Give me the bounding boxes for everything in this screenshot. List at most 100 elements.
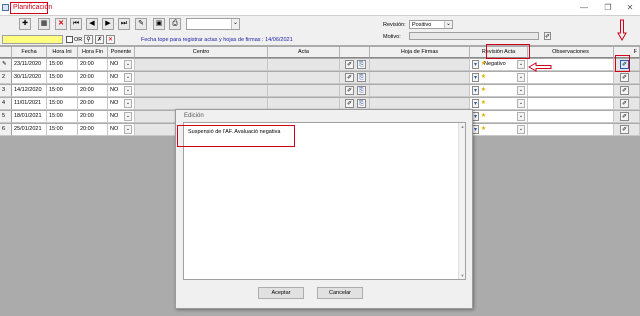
table-row[interactable]: 3 14/12/2020 15:00 20:00 NO ⌄ ✐ ⎘ ▾ ★ ⌄ … xyxy=(0,85,640,97)
document-icon[interactable]: ⎘ xyxy=(357,99,366,108)
cell-observaciones[interactable] xyxy=(528,72,614,84)
cell-hora-ini[interactable]: 15:00 xyxy=(47,111,78,123)
cell-fecha[interactable]: 30/11/2020 xyxy=(12,72,47,84)
document-icon[interactable]: ⎘ xyxy=(357,86,366,95)
cell-centro[interactable] xyxy=(135,72,268,84)
cell-observaciones[interactable] xyxy=(528,98,614,110)
edit-observaciones-icon[interactable]: ✐ xyxy=(620,86,629,95)
add-icon[interactable]: ✚ xyxy=(19,18,31,30)
grid-icon[interactable]: ▦ xyxy=(38,18,50,30)
chevron-down-icon[interactable]: ⌄ xyxy=(517,86,525,95)
pencil-icon[interactable]: ✐ xyxy=(345,60,354,69)
document-icon[interactable]: ⎘ xyxy=(357,60,366,69)
cell-hora-ini[interactable]: 15:00 xyxy=(47,85,78,97)
close-icon[interactable]: ✕ xyxy=(624,3,636,12)
header-fecha[interactable]: Fecha xyxy=(12,47,47,58)
pencil-icon[interactable]: ✐ xyxy=(345,73,354,82)
cell-fecha[interactable]: 14/12/2020 xyxy=(12,85,47,97)
chevron-down-icon[interactable]: ▾ xyxy=(472,125,479,134)
pencil-icon[interactable]: ✐ xyxy=(345,99,354,108)
toolbar-combo[interactable]: ⌄ xyxy=(186,18,240,30)
header-hora-ini[interactable]: Hora Ini xyxy=(47,47,78,58)
maximize-icon[interactable]: ❐ xyxy=(602,3,614,12)
cell-hora-ini[interactable]: 15:00 xyxy=(47,72,78,84)
document-icon[interactable]: ⎘ xyxy=(357,73,366,82)
star-icon[interactable]: ★ xyxy=(480,112,487,121)
chevron-down-icon[interactable]: ⌄ xyxy=(124,99,132,108)
chevron-down-icon[interactable]: ⌄ xyxy=(124,86,132,95)
cell-hora-fin[interactable]: 20:00 xyxy=(78,124,108,136)
or-checkbox[interactable] xyxy=(66,36,73,43)
cell-hoja-firmas[interactable] xyxy=(370,72,470,84)
header-observaciones[interactable]: Observaciones xyxy=(528,47,614,58)
last-icon[interactable]: ⏭ xyxy=(118,18,130,30)
cell-hora-fin[interactable]: 20:00 xyxy=(78,72,108,84)
edit-observaciones-icon[interactable]: ✐ xyxy=(620,73,629,82)
revision-select[interactable]: Positivo ⌄ xyxy=(409,20,453,29)
scroll-up-icon[interactable]: ▲ xyxy=(459,123,466,130)
chevron-down-icon[interactable]: ⌄ xyxy=(124,60,132,69)
cell-hora-ini[interactable]: 15:00 xyxy=(47,59,78,71)
cell-hora-fin[interactable]: 20:00 xyxy=(78,111,108,123)
filter-input[interactable] xyxy=(2,35,63,44)
cell-hora-fin[interactable]: 20:00 xyxy=(78,59,108,71)
header-ponente[interactable]: Ponente xyxy=(108,47,135,58)
minimize-icon[interactable]: — xyxy=(578,3,590,12)
edit-observaciones-icon[interactable]: ✐ xyxy=(620,99,629,108)
cell-fecha[interactable]: 25/01/2021 xyxy=(12,124,47,136)
chevron-down-icon[interactable]: ⌄ xyxy=(124,112,132,121)
print-icon[interactable]: ⎙ xyxy=(169,18,181,30)
header-acta[interactable]: Acta xyxy=(268,47,340,58)
header-centro[interactable]: Centro xyxy=(135,47,268,58)
cell-hoja-firmas[interactable] xyxy=(370,85,470,97)
star-icon[interactable]: ★ xyxy=(480,60,487,69)
header-hora-fin[interactable]: Hora Fin xyxy=(78,47,108,58)
header-hoja-firmas[interactable]: Hoja de Firmas xyxy=(370,47,470,58)
edit-observaciones-icon[interactable]: ✐ xyxy=(620,125,629,134)
cell-acta[interactable] xyxy=(268,85,340,97)
cell-fecha[interactable]: 23/11/2020 xyxy=(12,59,47,71)
tag-icon[interactable]: ✎ xyxy=(135,18,147,30)
cell-centro[interactable] xyxy=(135,59,268,71)
chevron-down-icon[interactable]: ⌄ xyxy=(124,73,132,82)
chevron-down-icon[interactable]: ⌄ xyxy=(517,99,525,108)
filter-delete-icon[interactable]: ✕ xyxy=(106,35,115,44)
chevron-down-icon[interactable]: ⌄ xyxy=(124,125,132,134)
cell-hoja-firmas[interactable] xyxy=(370,59,470,71)
accept-button[interactable]: Aceptar xyxy=(258,287,304,299)
prev-icon[interactable]: ◀ xyxy=(86,18,98,30)
star-icon[interactable]: ★ xyxy=(480,86,487,95)
edit-observaciones-icon[interactable]: ✐ xyxy=(620,112,629,121)
cancel-button[interactable]: Cancelar xyxy=(317,287,363,299)
cell-centro[interactable] xyxy=(135,85,268,97)
chevron-down-icon[interactable]: ⌄ xyxy=(517,60,525,69)
chevron-down-icon[interactable]: ⌄ xyxy=(517,125,525,134)
cell-hora-ini[interactable]: 15:00 xyxy=(47,98,78,110)
table-row[interactable]: 2 30/11/2020 15:00 20:00 NO ⌄ ✐ ⎘ ▾ ★ ⌄ … xyxy=(0,72,640,84)
chevron-down-icon[interactable]: ▾ xyxy=(472,112,479,121)
cell-acta[interactable] xyxy=(268,59,340,71)
chevron-down-icon[interactable]: ▾ xyxy=(472,99,479,108)
cell-acta[interactable] xyxy=(268,72,340,84)
binoculars-icon[interactable]: ⚲ xyxy=(84,35,93,44)
next-icon[interactable]: ▶ xyxy=(102,18,114,30)
cell-hora-ini[interactable]: 15:00 xyxy=(47,124,78,136)
delete-icon[interactable]: ✕ xyxy=(55,18,67,30)
filter-clear-icon[interactable]: ✗ xyxy=(95,35,104,44)
cell-hora-fin[interactable]: 20:00 xyxy=(78,98,108,110)
star-icon[interactable]: ★ xyxy=(480,73,487,82)
cell-observaciones[interactable] xyxy=(528,111,614,123)
chevron-down-icon[interactable]: ▾ xyxy=(472,73,479,82)
first-icon[interactable]: ⏮ xyxy=(70,18,82,30)
cell-hora-fin[interactable]: 20:00 xyxy=(78,85,108,97)
chevron-down-icon[interactable]: ▾ xyxy=(472,60,479,69)
star-icon[interactable]: ★ xyxy=(480,125,487,134)
cell-observaciones[interactable] xyxy=(528,85,614,97)
scroll-down-icon[interactable]: ▼ xyxy=(459,272,466,279)
chevron-down-icon[interactable]: ⌄ xyxy=(517,73,525,82)
chevron-down-icon[interactable]: ⌄ xyxy=(517,112,525,121)
chevron-down-icon[interactable]: ▾ xyxy=(472,86,479,95)
dialog-scrollbar[interactable]: ▲ ▼ xyxy=(458,123,465,279)
pencil-icon[interactable]: ✐ xyxy=(345,86,354,95)
picture-icon[interactable]: ▣ xyxy=(153,18,165,30)
